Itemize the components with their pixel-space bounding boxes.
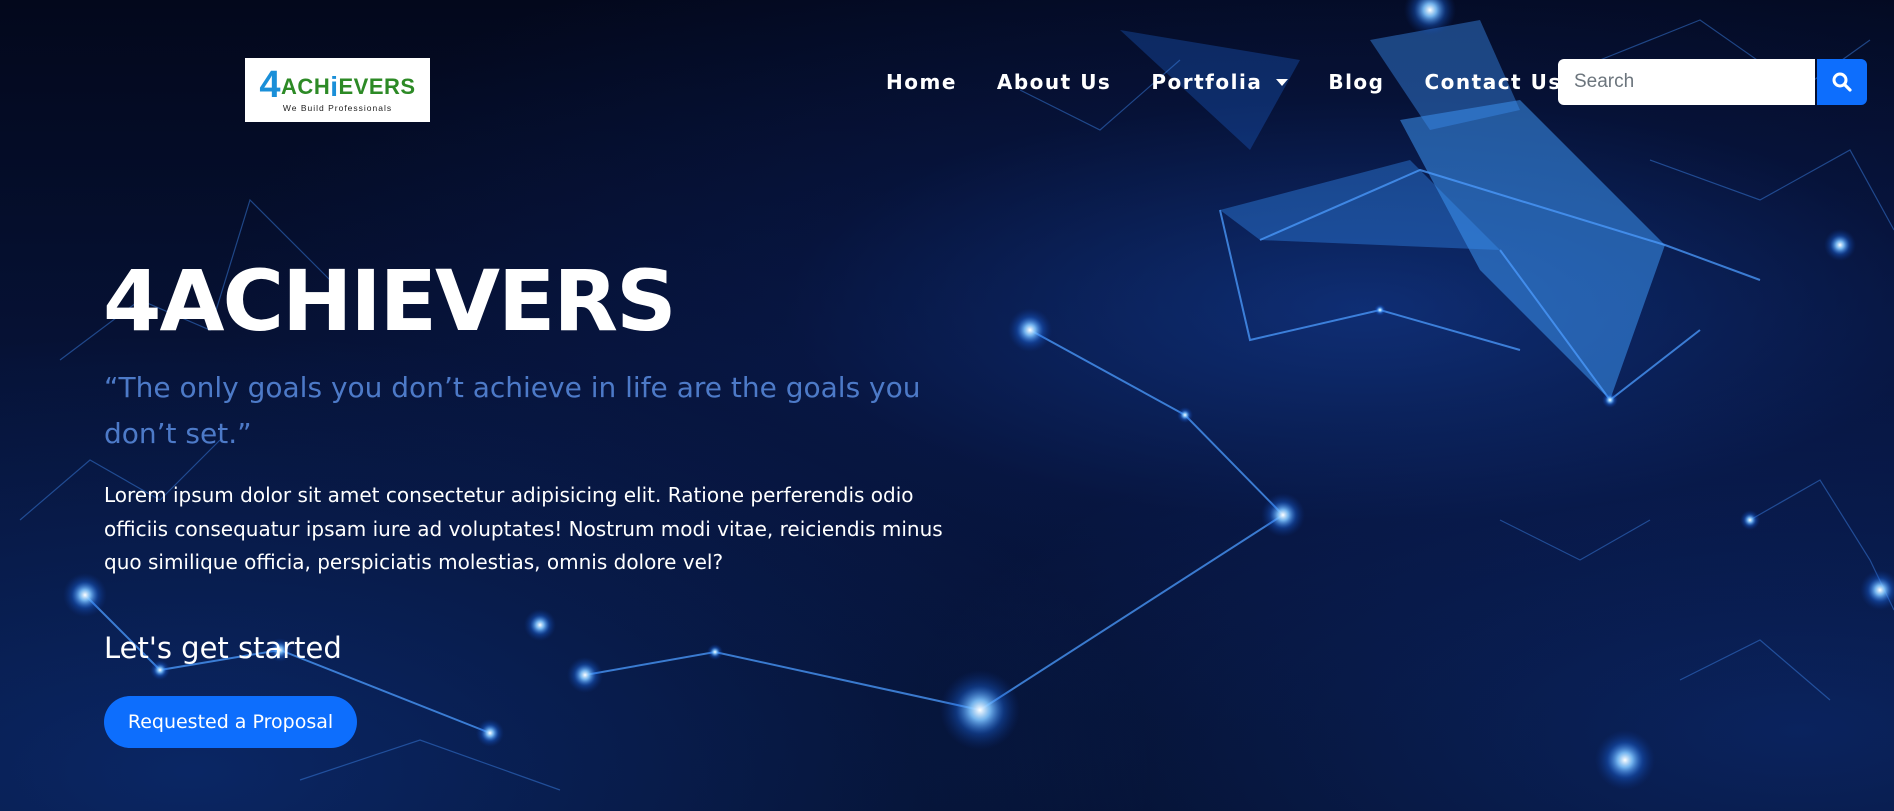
nav-contact-us-label: Contact Us	[1424, 70, 1562, 94]
logo-wordmark: 4 ACH i EVERS	[259, 63, 416, 106]
nav-about-us[interactable]: About Us	[997, 70, 1111, 94]
hero-section: 4 ACH i EVERS We Build Professionals Hom…	[0, 0, 1894, 811]
nav-contact-us[interactable]: Contact Us	[1424, 70, 1561, 94]
nav-blog[interactable]: Blog	[1328, 70, 1384, 94]
chevron-down-icon	[1276, 78, 1289, 86]
hero-description: Lorem ipsum dolor sit amet consectetur a…	[104, 483, 943, 574]
brand-logo[interactable]: 4 ACH i EVERS We Build Professionals	[245, 58, 430, 122]
cta-heading: Let's get started	[104, 631, 342, 665]
hero-title: 4ACHIEVERS	[103, 252, 677, 350]
logo-text-i: i	[330, 70, 339, 102]
search-button[interactable]	[1817, 59, 1867, 105]
search-input[interactable]	[1558, 59, 1815, 105]
main-nav: Home About Us Portfolia Blog Contact Us	[886, 70, 1562, 94]
nav-blog-label: Blog	[1328, 70, 1385, 94]
nav-portfolia-label: Portfolia	[1151, 70, 1263, 94]
logo-digit: 4	[259, 63, 282, 106]
logo-text-evers: EVERS	[338, 73, 416, 99]
search-icon	[1832, 72, 1852, 92]
request-proposal-button[interactable]: Requested a Proposal	[104, 696, 357, 748]
hero-quote: “The only goals you don’t achieve in lif…	[104, 371, 921, 450]
nav-home[interactable]: Home	[886, 70, 957, 94]
logo-text-ach: ACH	[281, 73, 331, 99]
logo-tagline: We Build Professionals	[282, 102, 393, 113]
nav-portfolia-dropdown[interactable]: Portfolia	[1151, 70, 1289, 94]
nav-about-us-label: About Us	[996, 70, 1112, 94]
nav-home-label: Home	[886, 70, 957, 94]
